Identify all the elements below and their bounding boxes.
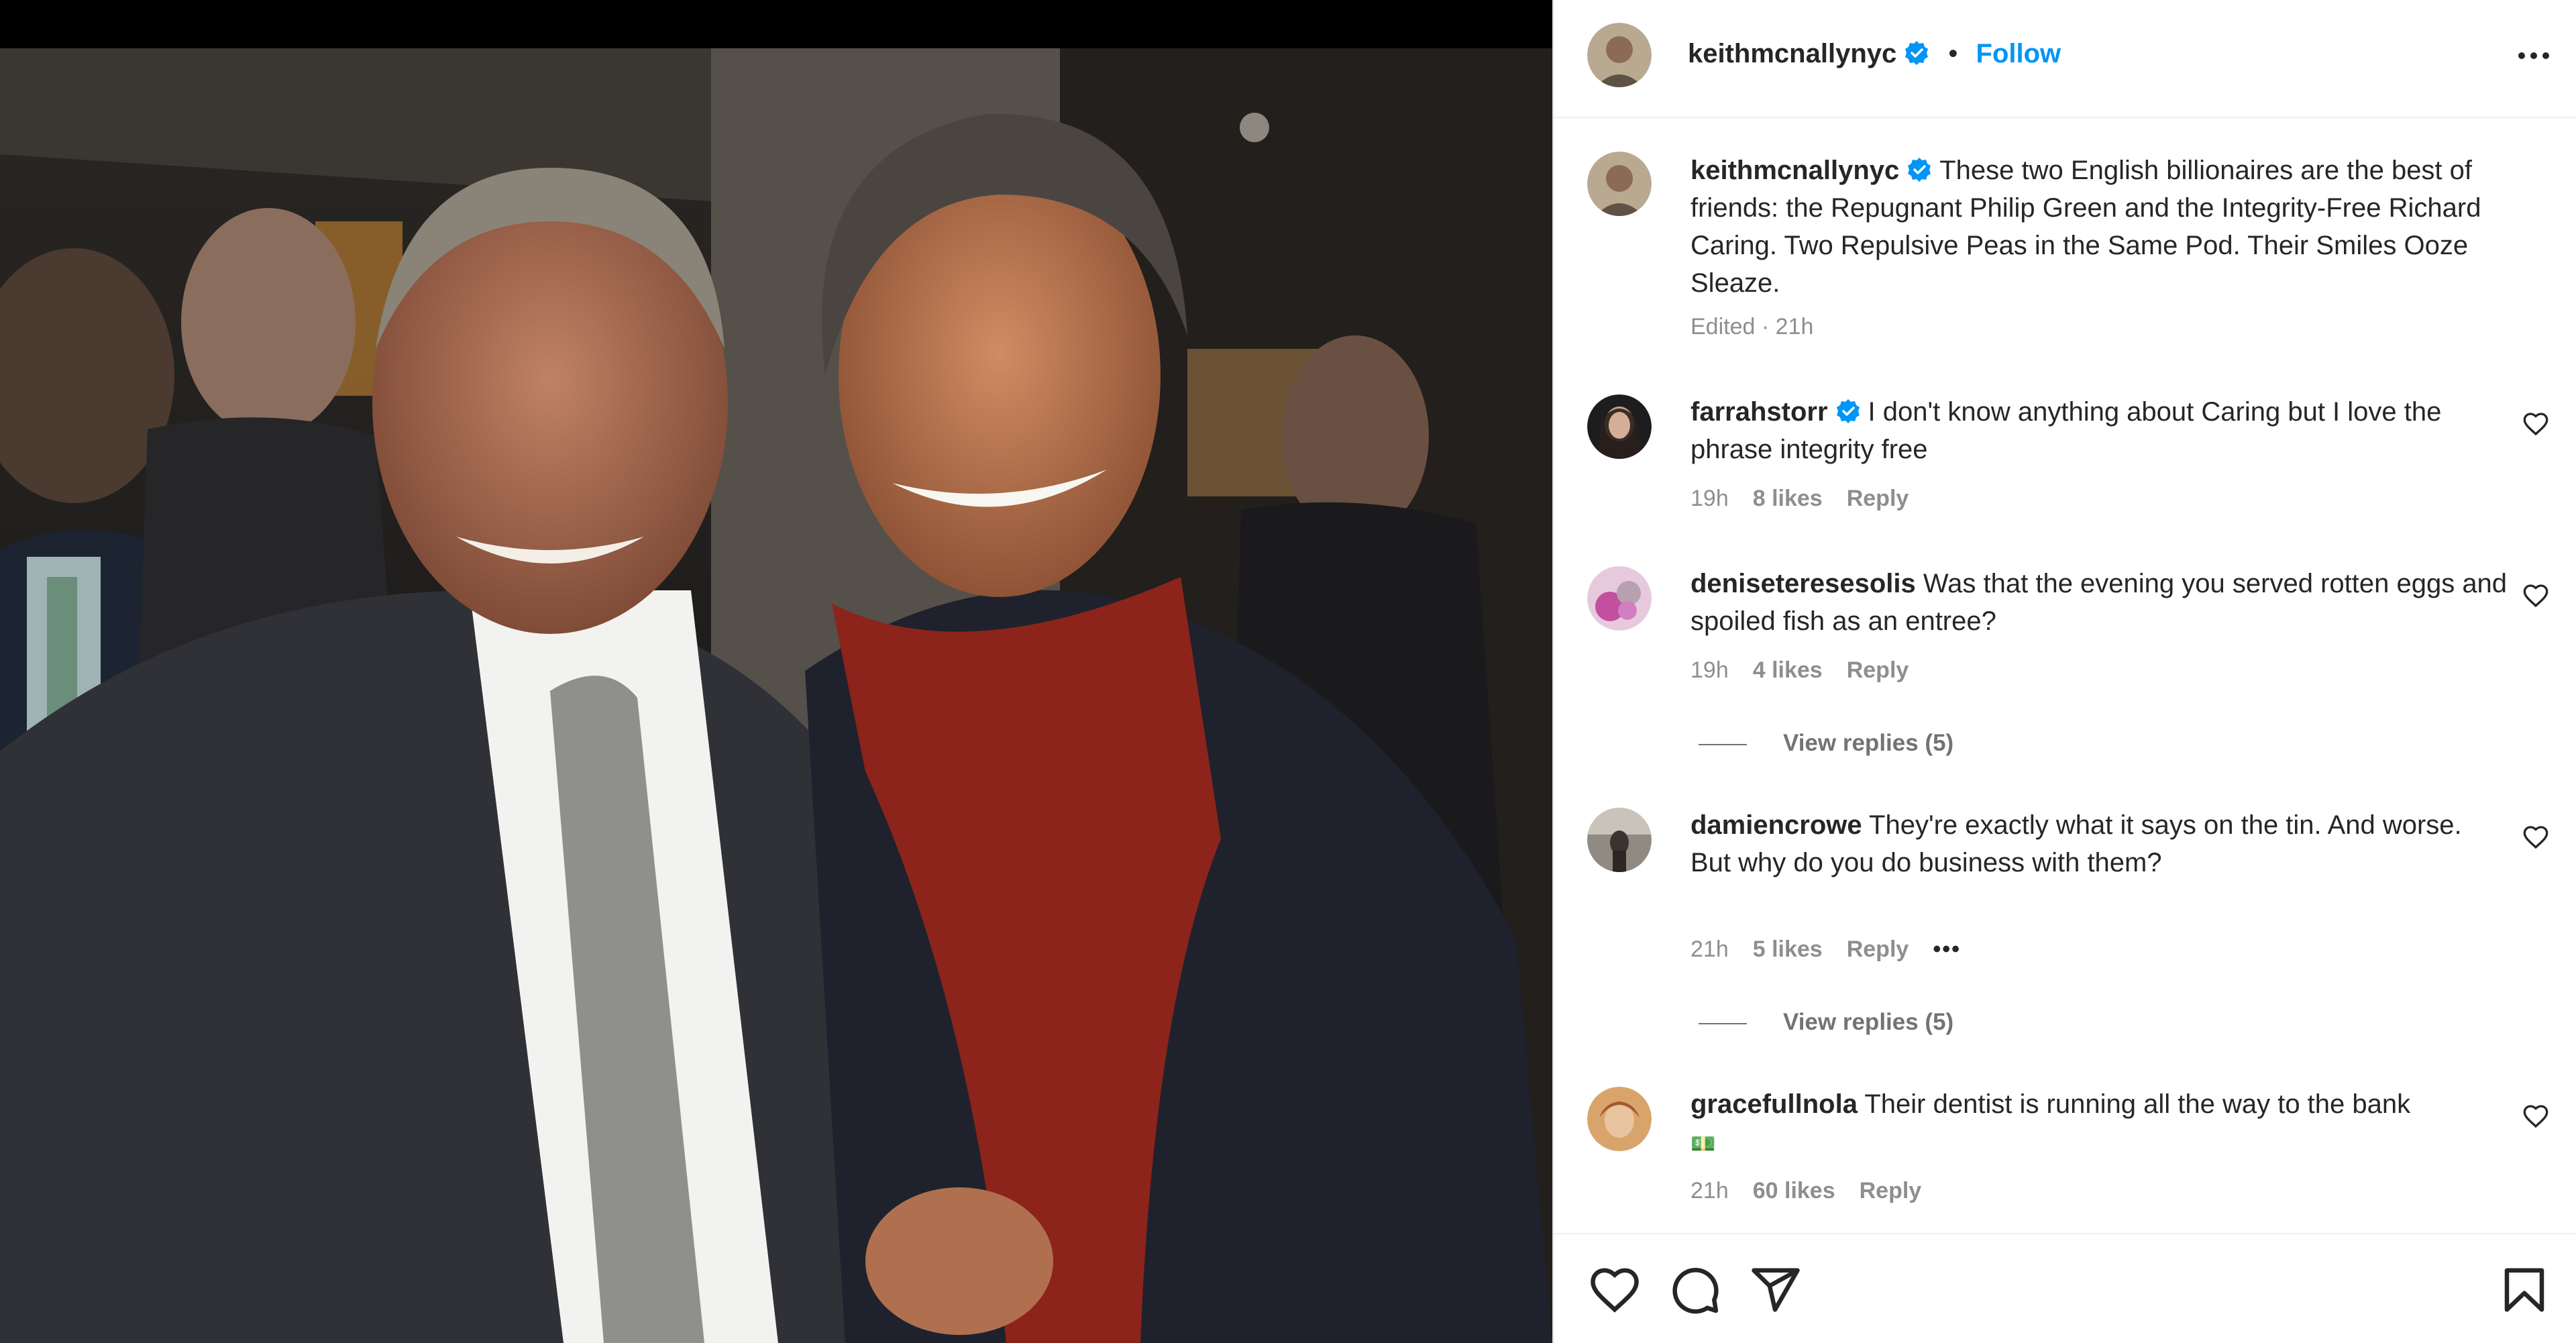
post-photo[interactable] [0,0,1552,1343]
bookmark-icon[interactable] [2498,1264,2551,1316]
comment-username[interactable]: damiencrowe [1690,810,1862,840]
comment-likes[interactable]: 60 likes [1753,1178,1835,1203]
comment-text: They're exactly what it says on the tin.… [1869,810,2462,840]
caption-username[interactable]: keithmcnallynyc [1690,156,1899,185]
comment-time: 19h [1690,486,1729,511]
header-author-row: keithmcnallynyc • Follow [1688,35,2061,72]
header-divider [1554,117,2576,118]
actions-divider [1554,1233,2576,1234]
follow-button[interactable]: Follow [1976,39,2061,68]
view-replies-label: View replies (5) [1783,730,1954,756]
author-avatar[interactable] [1587,23,1652,87]
verified-badge-icon [1905,41,1929,65]
reply-button[interactable]: Reply [1847,657,1909,683]
reply-button[interactable]: Reply [1847,486,1909,511]
comment-meta: 21h 60 likes Reply [1690,1178,1945,1204]
post-details-panel: keithmcnallynyc • Follow keithmcnallynyc… [1552,0,2576,1343]
heart-icon[interactable] [2522,1103,2549,1130]
comment-username[interactable]: deniseteresesolis [1690,569,1916,598]
view-replies-line [1699,743,1747,745]
comment: deniseteresesolis Was that the evening y… [1690,565,2516,640]
comment: damiencrowe They're exactly what it says… [1690,806,2516,881]
comment-meta: 21h 5 likes Reply ••• [1690,936,1985,963]
caption-avatar[interactable] [1587,152,1652,216]
comment-time: 21h [1690,1178,1729,1203]
header-author-username[interactable]: keithmcnallynyc [1688,39,1896,68]
comment-text-line2: But why do you do business with them? [1690,848,2162,877]
view-replies-button[interactable]: View replies (5) [1699,730,1953,757]
comment-time: 21h [1690,936,1729,962]
comment-likes[interactable]: 5 likes [1753,936,1823,962]
header-separator: • [1948,39,1958,68]
verified-badge-icon [1836,399,1860,423]
comment-likes[interactable]: 4 likes [1753,657,1823,683]
comment-time: 19h [1690,657,1729,683]
comment-meta: 19h 4 likes Reply [1690,657,1933,684]
share-icon[interactable] [1750,1264,1802,1316]
comment: gracefullnola Their dentist is running a… [1690,1085,2516,1163]
comment-username[interactable]: gracefullnola [1690,1089,1858,1119]
caption-meta: Edited · 21h [1690,314,1814,339]
comment-text: Their dentist is running all the way to … [1864,1089,2411,1119]
verified-badge-icon [1908,158,1931,182]
heart-icon[interactable] [2522,824,2549,851]
post-image [0,0,1552,1343]
commenter-avatar[interactable] [1587,394,1652,459]
heart-icon[interactable] [2522,411,2549,437]
post-caption: keithmcnallynyc These two English billion… [1690,152,2516,302]
heart-icon[interactable] [1589,1264,1641,1316]
comment: farrahstorr I don't know anything about C… [1690,393,2516,468]
commenter-avatar[interactable] [1587,566,1652,631]
view-replies-button[interactable]: View replies (5) [1699,1009,1953,1036]
more-options-icon[interactable] [2516,44,2552,67]
heart-icon[interactable] [2522,582,2549,609]
comment-likes[interactable]: 8 likes [1753,486,1823,511]
comment-username[interactable]: farrahstorr [1690,397,1828,427]
view-replies-line [1699,1022,1747,1024]
comment-more-options[interactable]: ••• [1933,936,1961,962]
reply-button[interactable]: Reply [1847,936,1909,962]
comment-meta: 19h 8 likes Reply [1690,486,1933,512]
money-emoji: 💵 [1690,1133,1716,1155]
commenter-avatar[interactable] [1587,808,1652,872]
reply-button[interactable]: Reply [1860,1178,1922,1203]
commenter-avatar[interactable] [1587,1087,1652,1151]
comment-icon[interactable] [1669,1264,1721,1316]
view-replies-label: View replies (5) [1783,1009,1954,1035]
